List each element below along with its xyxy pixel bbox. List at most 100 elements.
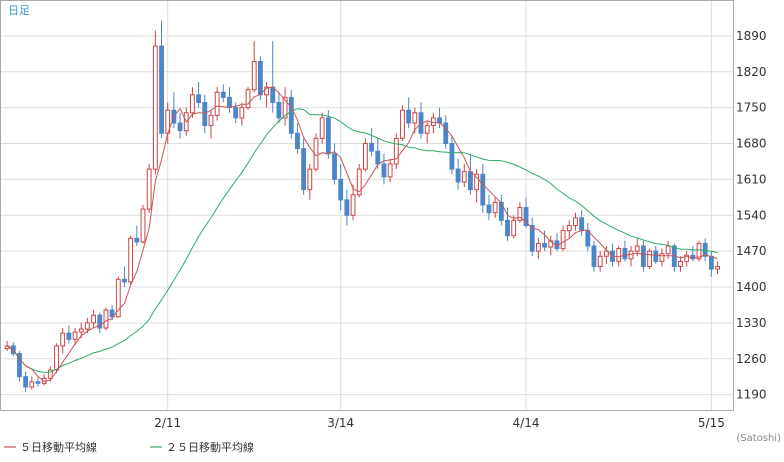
candle-down <box>375 150 381 165</box>
candle-down <box>270 86 276 103</box>
candle-down <box>449 143 455 170</box>
candle-down <box>134 237 140 243</box>
period-label: 日足 <box>8 4 30 17</box>
y-tick-label: 1610 <box>736 172 767 186</box>
candle-up <box>665 245 671 255</box>
candle-down <box>202 102 208 127</box>
candle-down <box>585 230 591 247</box>
candle-up <box>91 314 96 324</box>
candle-down <box>455 168 461 183</box>
y-tick-label: 1470 <box>736 244 767 258</box>
candle-up <box>678 260 683 267</box>
candle-down <box>542 242 547 248</box>
candle-down <box>381 163 387 178</box>
candle-up <box>152 45 158 170</box>
x-tick-label: 3/14 <box>327 416 354 430</box>
candle-up <box>461 171 467 183</box>
candle-up <box>190 94 195 114</box>
candle-up <box>560 230 566 250</box>
chart-background <box>0 0 784 462</box>
candle-down <box>332 153 337 180</box>
candle-down <box>159 45 164 134</box>
candle-down <box>233 107 239 119</box>
y-tick-label: 1330 <box>736 316 767 330</box>
candle-down <box>177 122 183 132</box>
candle-down <box>220 91 226 98</box>
candle-up <box>659 253 665 262</box>
candle-up <box>214 91 220 116</box>
candle-down <box>529 225 535 252</box>
candle-up <box>251 61 257 91</box>
y-tick-label: 1680 <box>736 137 767 151</box>
candle-down <box>288 96 294 134</box>
candle-down <box>591 245 597 267</box>
candle-down <box>505 219 510 237</box>
y-tick-label: 1540 <box>736 208 767 222</box>
candle-down <box>196 94 202 103</box>
y-tick-label: 1400 <box>736 280 767 294</box>
candle-down <box>295 132 300 150</box>
candle-down <box>486 204 492 214</box>
candle-up <box>239 107 245 119</box>
candle-down <box>109 309 115 318</box>
candle-down <box>708 255 714 270</box>
y-tick-label: 1820 <box>736 65 767 79</box>
x-tick-label: 4/14 <box>513 416 540 430</box>
candle-down <box>338 178 344 201</box>
candle-down <box>406 109 412 124</box>
candle-up <box>128 237 134 283</box>
x-tick-label: 5/15 <box>698 416 725 430</box>
candle-up <box>319 117 325 139</box>
credit-label: (Satoshi) <box>736 433 781 444</box>
candle-down <box>344 199 350 216</box>
candle-up <box>78 328 84 333</box>
candle-down <box>35 381 41 384</box>
candle-up <box>362 143 368 170</box>
candle-up <box>715 266 720 270</box>
candle-up <box>573 217 578 226</box>
candle-up <box>245 89 251 109</box>
candle-down <box>23 376 29 388</box>
candle-up <box>387 163 393 178</box>
candle-up <box>393 137 399 165</box>
candle-up <box>628 250 634 260</box>
candle-up <box>29 381 35 388</box>
x-tick-label: 2/11 <box>154 416 181 430</box>
candle-up <box>208 114 214 127</box>
candle-up <box>307 168 313 191</box>
candle-up <box>535 242 541 252</box>
candle-up <box>616 248 622 262</box>
candle-up <box>103 309 109 329</box>
candle-up <box>350 194 356 216</box>
candle-up <box>412 112 418 124</box>
candle-down <box>579 217 585 232</box>
candle-down <box>622 248 628 260</box>
candle-down <box>443 122 449 144</box>
candle-up <box>634 245 640 252</box>
candle-down <box>276 102 282 119</box>
y-tick-label: 1260 <box>736 352 767 366</box>
candle-up <box>60 332 66 347</box>
y-tick-label: 1750 <box>736 101 767 115</box>
y-tick-label: 1190 <box>736 388 767 402</box>
candle-up <box>72 331 78 340</box>
candle-down <box>468 171 473 191</box>
candle-up <box>84 322 90 330</box>
candle-up <box>597 255 603 267</box>
candle-down <box>369 143 375 152</box>
candle-up <box>424 125 430 134</box>
candle-up <box>146 168 152 210</box>
candle-down <box>257 61 263 96</box>
candle-down <box>122 278 127 283</box>
candle-down <box>325 117 331 155</box>
candle-up <box>492 201 498 214</box>
candle-down <box>480 173 486 206</box>
candle-down <box>301 148 307 191</box>
candle-down <box>653 250 659 262</box>
candlestick-chart: 1190 1260 1330 1400 1470 1540 1610 1680 1750 1820… <box>0 0 784 462</box>
candle-up <box>140 208 146 243</box>
candle-down <box>227 96 232 109</box>
candle-up <box>400 109 405 139</box>
y-tick-label: 1890 <box>736 29 767 43</box>
candle-up <box>647 250 653 267</box>
